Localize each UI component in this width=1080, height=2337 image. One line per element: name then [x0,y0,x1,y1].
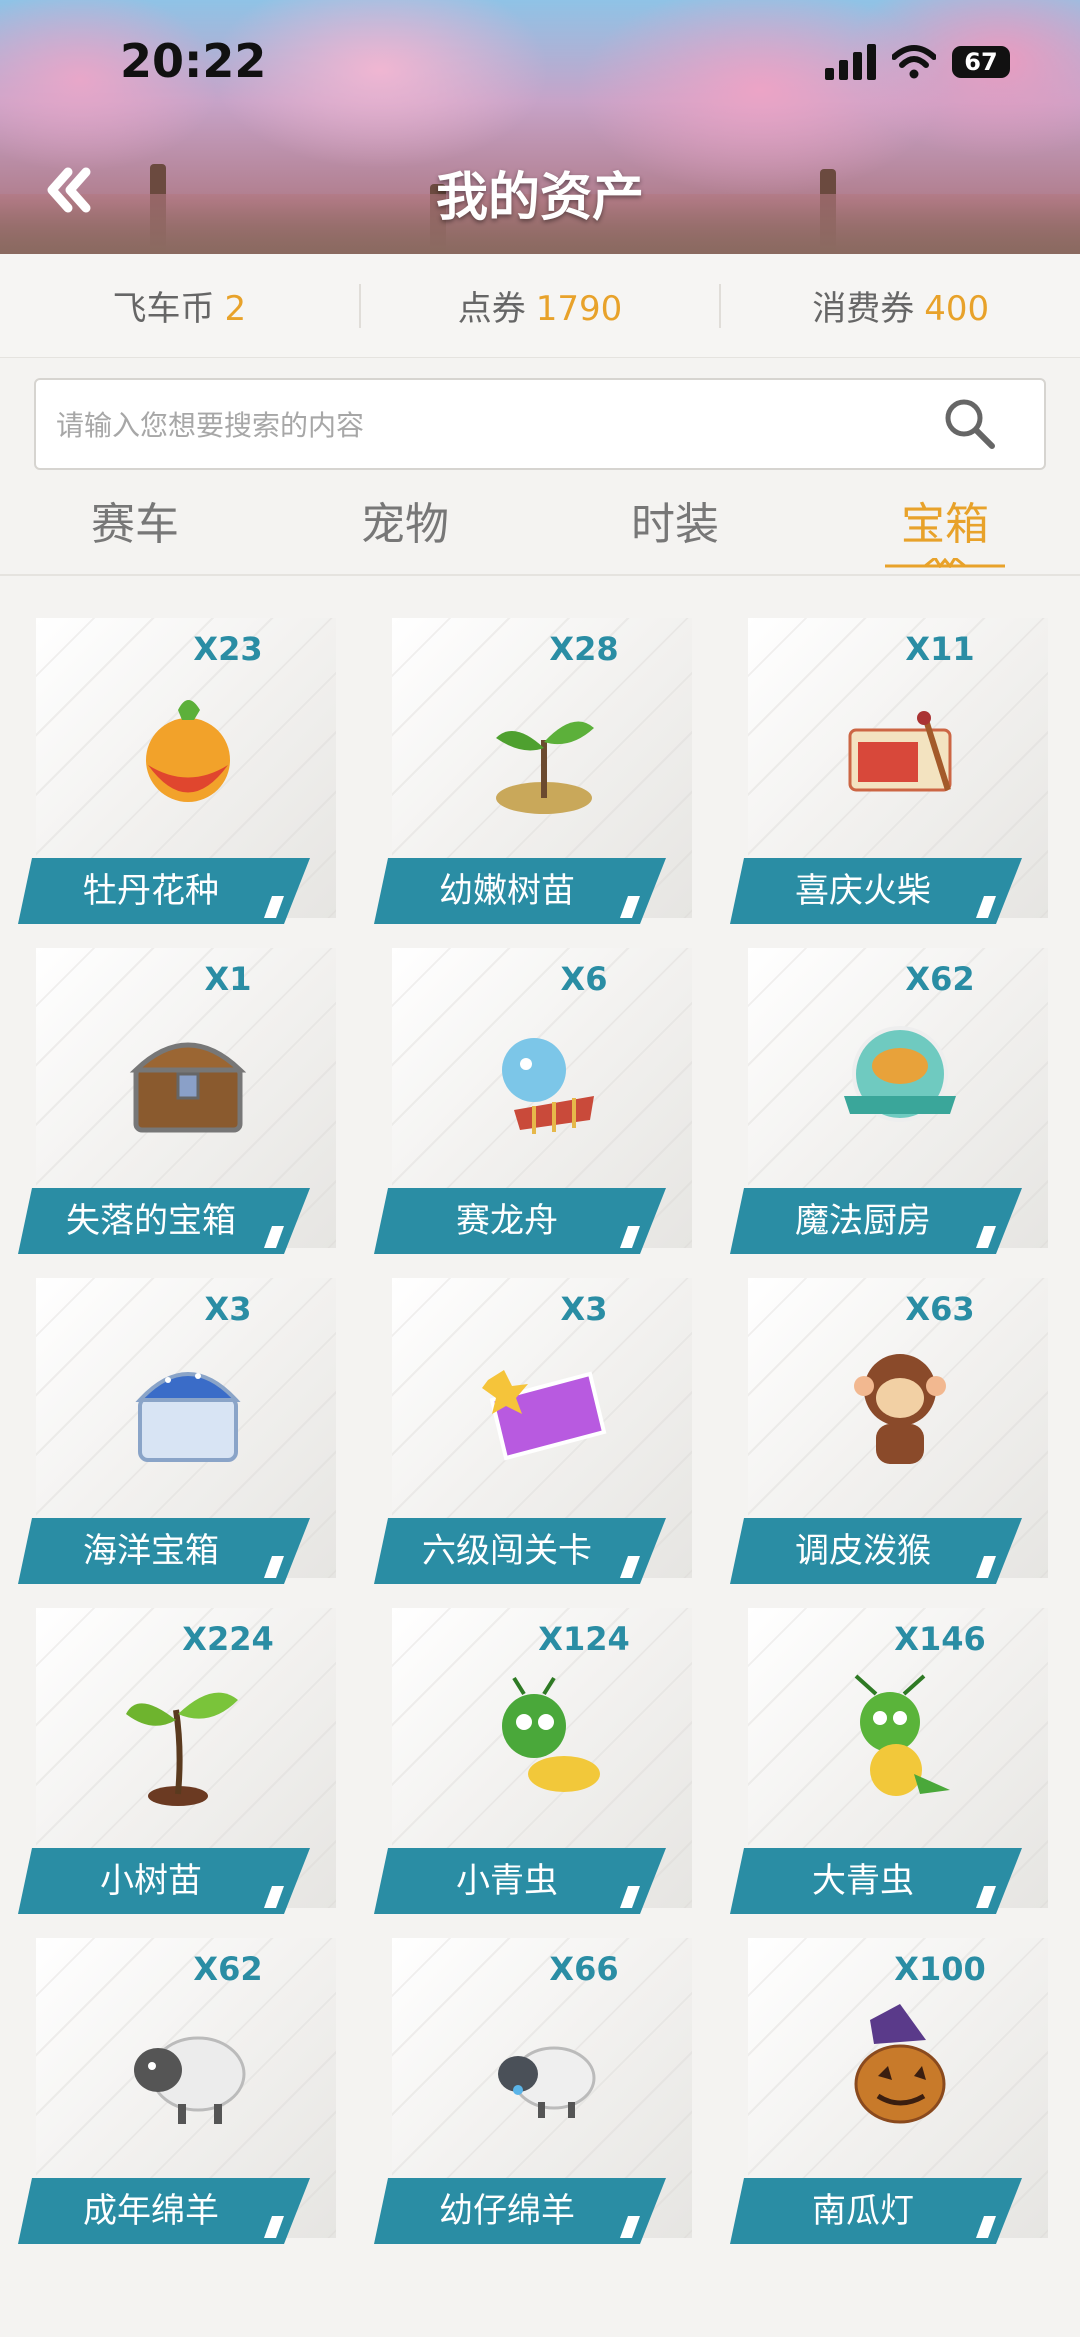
item-count: X62 [905,960,975,998]
currency-bar: 飞车币 2 点券 1790 消费券 400 [0,254,1080,358]
item-card[interactable]: X1 失落的宝箱 [18,930,348,1260]
item-name: 小树苗 [100,1861,202,1901]
category-tabs: 赛车 宠物 时装 宝箱 [0,480,1080,576]
item-count: X66 [549,1950,619,1988]
ocean-chest-icon [135,1372,241,1462]
item-name: 六级闯关卡 [422,1531,592,1571]
small-caterpillar-icon [502,1676,600,1792]
wifi-icon [892,45,936,79]
header: 20:22 67 我的资产 [0,0,1080,254]
item-name: 大青虫 [812,1861,914,1901]
item-count: X1 [204,960,252,998]
item-name: 魔法厨房 [795,1201,931,1241]
item-card[interactable]: X62 魔法厨房 [730,930,1060,1260]
item-count: X62 [193,1950,263,1988]
treasure-chest-icon [129,1042,247,1133]
item-count: X6 [560,960,608,998]
tab-cars[interactable]: 赛车 [0,480,270,574]
item-name: 小青虫 [456,1861,558,1901]
item-card[interactable]: X6 赛龙舟 [374,930,704,1260]
item-card[interactable]: X224 小树苗 [18,1590,348,1920]
currency-voucher: 消费券 400 [721,281,1080,330]
signal-icon [825,44,876,80]
search-box [34,378,1046,470]
item-name: 赛龙舟 [456,1201,558,1241]
status-time: 20:22 [120,34,267,88]
currency-value: 400 [924,289,990,329]
magic-kitchen-icon [844,1026,956,1122]
currency-value: 1790 [535,289,623,329]
item-count: X23 [193,630,263,668]
lamb-icon [498,2046,596,2118]
item-card[interactable]: X11 喜庆火柴 [730,600,1060,930]
pumpkin-lantern-icon [854,2004,946,2124]
item-name: 喜庆火柴 [795,871,931,911]
item-card[interactable]: X3 海洋宝箱 [18,1260,348,1590]
item-count: X3 [204,1290,252,1328]
big-caterpillar-icon [854,1674,950,1796]
item-count: X100 [894,1950,986,1988]
item-card[interactable]: X124 小青虫 [374,1590,704,1920]
monkey-icon [854,1354,946,1464]
matchbox-icon [848,711,952,792]
item-count: X3 [560,1290,608,1328]
currency-label: 飞车币 [112,289,215,329]
item-count: X11 [905,630,975,668]
currency-label: 点券 [457,289,526,329]
item-name: 调皮泼猴 [795,1531,931,1571]
item-card[interactable]: X3 六级闯关卡 [374,1260,704,1590]
item-name: 失落的宝箱 [66,1201,236,1241]
battery-icon: 67 [952,46,1010,78]
item-name: 幼嫩树苗 [439,871,575,911]
item-card[interactable]: X62 成年绵羊 [18,1920,348,2250]
item-card[interactable]: X63 调皮泼猴 [730,1260,1060,1590]
item-count: X124 [538,1620,630,1658]
status-icons: 67 [825,44,1010,80]
item-name: 南瓜灯 [812,2191,914,2231]
currency-value: 2 [224,289,247,329]
page-title: 我的资产 [435,168,644,228]
sapling-icon [126,1692,238,1806]
item-name: 海洋宝箱 [83,1531,219,1571]
item-name: 成年绵羊 [83,2191,219,2231]
item-card[interactable]: X146 大青虫 [730,1590,1060,1920]
currency-points: 点券 1790 [361,281,720,330]
item-count: X63 [905,1290,975,1328]
level-card-icon [482,1370,607,1461]
search-icon[interactable] [942,396,998,452]
item-card[interactable]: X23 牡丹花种 [18,600,348,930]
item-count: X146 [894,1620,986,1658]
item-count: X224 [182,1620,274,1658]
item-count: X28 [549,630,619,668]
dragon-boat-icon [502,1038,594,1134]
search-input[interactable] [56,398,916,452]
tab-active-indicator [885,558,1005,568]
currency-feiche-coin: 飞车币 2 [0,281,359,330]
seedling-icon [496,721,594,814]
item-card[interactable]: X28 幼嫩树苗 [374,600,704,930]
item-card[interactable]: X66 幼仔绵羊 [374,1920,704,2250]
currency-label: 消费券 [812,289,915,329]
item-card[interactable]: X100 南瓜灯 [730,1920,1060,2250]
tab-pets[interactable]: 宠物 [270,480,540,574]
item-name: 牡丹花种 [83,871,219,911]
tab-label: 宝箱 [901,499,989,550]
tab-fashion[interactable]: 时装 [540,480,810,574]
item-name: 幼仔绵羊 [439,2191,575,2231]
peony-seed-icon [146,700,230,802]
tab-treasure[interactable]: 宝箱 [810,480,1080,574]
adult-sheep-icon [134,2036,246,2124]
